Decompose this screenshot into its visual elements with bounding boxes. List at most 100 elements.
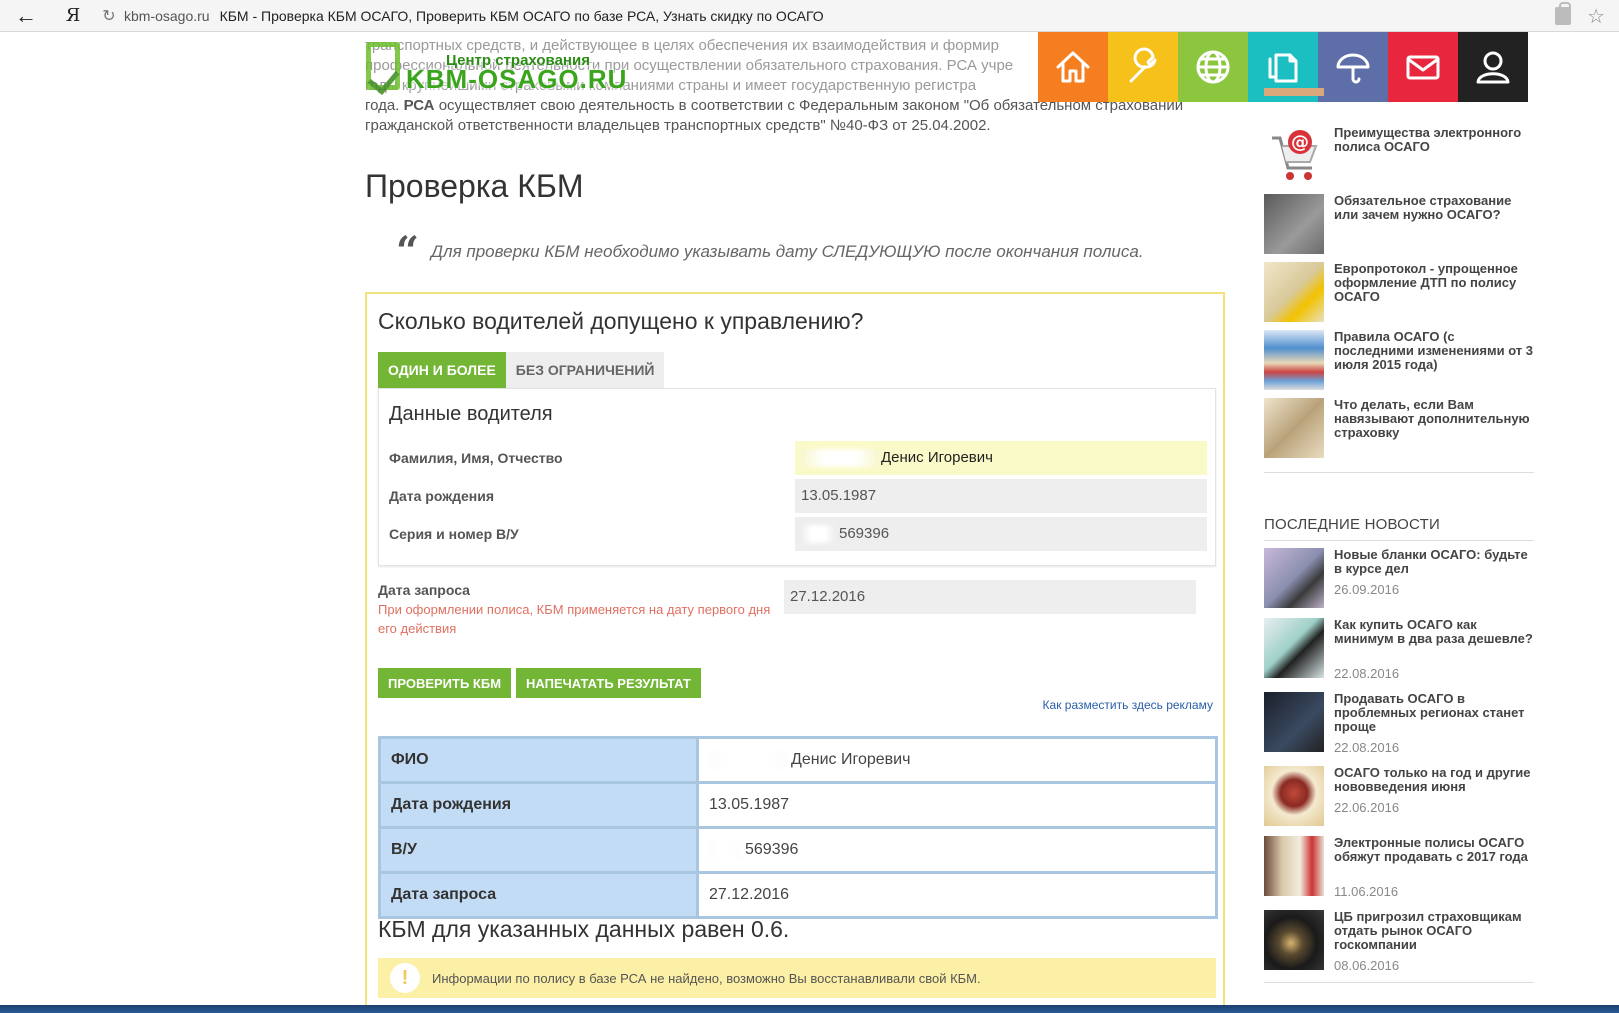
intro-line-a: года. xyxy=(365,97,404,114)
user-icon xyxy=(1476,51,1510,84)
birthdate-label: Дата рождения xyxy=(389,488,495,504)
site-logo[interactable]: Центр страхования KBM-OSAGO.RU xyxy=(366,40,636,96)
driver-data-panel: Данные водителя Фамилия, Имя, Отчество Д… xyxy=(378,388,1216,566)
nav-services-button[interactable] xyxy=(1108,32,1178,102)
news-date: 22.08.2016 xyxy=(1334,666,1400,681)
check-kbm-button[interactable]: ПРОВЕРИТЬ КБМ xyxy=(378,668,512,698)
intro-line-b: РСА xyxy=(403,97,435,114)
table-row: ФИО Денис Игоревич xyxy=(378,736,1218,784)
page-title-bar[interactable]: КБМ - Проверка КБМ ОСАГО, Проверить КБМ … xyxy=(220,8,824,24)
redacted-surname xyxy=(801,449,879,468)
documents-icon xyxy=(1268,53,1298,83)
news-thumbnail xyxy=(1264,836,1324,896)
result-label: Дата рождения xyxy=(378,781,699,829)
article-thumbnail[interactable] xyxy=(1264,88,1324,96)
yandex-logo[interactable]: Я xyxy=(52,0,94,32)
table-row: Дата рождения 13.05.1987 xyxy=(378,781,1218,829)
birthdate-input[interactable]: 13.05.1987 xyxy=(795,479,1207,513)
print-result-button[interactable]: НАПЕЧАТАТЬ РЕЗУЛЬТАТ xyxy=(516,668,701,698)
request-date-input[interactable]: 27.12.2016 xyxy=(784,580,1196,614)
fio-row: Фамилия, Имя, Отчество Денис Игоревич xyxy=(389,441,1207,475)
advertise-link[interactable]: Как разместить здесь рекламу xyxy=(1043,698,1213,712)
redacted-license-series xyxy=(709,840,741,859)
intro-line: гражданской ответственности владельцев т… xyxy=(365,117,991,134)
kbm-result-text: КБМ для указанных данных равен 0.6. xyxy=(378,916,790,942)
license-row: Серия и номер В/У 569396 xyxy=(389,517,1207,551)
nav-umbrella-button[interactable] xyxy=(1318,32,1388,102)
home-icon xyxy=(1056,51,1090,83)
fio-input[interactable]: Денис Игоревич xyxy=(795,441,1207,475)
result-label: В/У xyxy=(378,826,699,874)
driver-count-tabs: ОДИН И БОЛЕЕ БЕЗ ОГРАНИЧЕНИЙ xyxy=(378,352,665,388)
sidebar-divider xyxy=(1264,982,1534,983)
fio-input-value: Денис Игоревич xyxy=(881,449,993,466)
os-taskbar xyxy=(0,1005,1619,1013)
sidebar-article-title[interactable]: Правила ОСАГО (с последними изменениями … xyxy=(1334,330,1534,372)
license-input-value: 569396 xyxy=(839,525,890,542)
globe-icon xyxy=(1196,50,1230,84)
back-arrow-icon[interactable]: ← xyxy=(0,0,52,32)
news-thumbnail xyxy=(1264,692,1324,752)
birthdate-row: Дата рождения 13.05.1987 xyxy=(389,479,1207,513)
table-row: В/У 569396 xyxy=(378,826,1218,874)
result-label: Дата запроса xyxy=(378,871,699,919)
news-date: 26.09.2016 xyxy=(1334,582,1400,597)
umbrella-icon xyxy=(1336,53,1370,84)
table-row: Дата запроса 27.12.2016 xyxy=(378,871,1218,919)
article-thumbnail xyxy=(1264,330,1324,390)
svg-text:@: @ xyxy=(1291,132,1309,153)
form-actions: ПРОВЕРИТЬ КБМ НАПЕЧАТАТЬ РЕЗУЛЬТАТ xyxy=(378,668,706,698)
mail-icon xyxy=(1406,55,1440,80)
news-date: 22.06.2016 xyxy=(1334,800,1400,815)
license-input[interactable]: 569396 xyxy=(795,517,1207,551)
redacted-surname xyxy=(709,750,787,769)
news-title[interactable]: ОСАГО только на год и другие нововведени… xyxy=(1334,766,1534,794)
result-table: ФИО Денис Игоревич Дата рождения 13.05.1… xyxy=(378,736,1218,919)
info-text: Информации по полису в базе РСА не найде… xyxy=(432,970,981,986)
quote-block: “ Для проверки КБМ необходимо указывать … xyxy=(396,232,1144,272)
nav-mail-button[interactable] xyxy=(1388,32,1458,102)
nav-globe-button[interactable] xyxy=(1178,32,1248,102)
kbm-check-form: Сколько водителей допущено к управлению?… xyxy=(365,292,1225,1013)
request-date-note: При оформлении полиса, КБМ применяется н… xyxy=(378,602,771,636)
news-heading: ПОСЛЕДНИЕ НОВОСТИ xyxy=(1264,516,1440,533)
logo-wordmark: KBM-OSAGO.RU xyxy=(406,64,628,94)
result-value: Денис Игоревич xyxy=(696,736,1218,784)
news-thumbnail xyxy=(1264,766,1324,826)
result-label: ФИО xyxy=(378,736,699,784)
article-thumbnail xyxy=(1264,398,1324,458)
result-value: 27.12.2016 xyxy=(696,871,1218,919)
bookmark-star-icon[interactable]: ☆ xyxy=(1587,4,1605,29)
sidebar-article-title[interactable]: Что делать, если Вам навязывают дополнит… xyxy=(1334,398,1534,440)
quote-text: Для проверки КБМ необходимо указывать да… xyxy=(431,242,1144,261)
news-thumbnail xyxy=(1264,548,1324,608)
info-exclamation-icon: ! xyxy=(390,963,420,993)
news-title[interactable]: Электронные полисы ОСАГО обяжут продават… xyxy=(1334,836,1534,864)
tab-one-or-more[interactable]: ОДИН И БОЛЕЕ xyxy=(378,352,506,388)
wrench-icon xyxy=(1129,47,1157,83)
news-title[interactable]: Как купить ОСАГО как минимум в два раза … xyxy=(1334,618,1534,646)
nav-user-button[interactable] xyxy=(1458,32,1528,102)
sidebar-article-title[interactable]: Преимущества электронного полиса ОСАГО xyxy=(1334,126,1534,154)
sidebar-divider xyxy=(1264,540,1534,541)
sidebar-divider xyxy=(1264,472,1534,473)
reload-icon[interactable]: ↻ xyxy=(94,0,124,32)
news-title[interactable]: Новые бланки ОСАГО: будьте в курсе дел xyxy=(1334,548,1534,576)
fio-label: Фамилия, Имя, Отчество xyxy=(389,450,563,466)
tab-unlimited[interactable]: БЕЗ ОГРАНИЧЕНИЙ xyxy=(505,352,665,388)
news-thumbnail xyxy=(1264,618,1324,678)
driver-data-heading: Данные водителя xyxy=(389,403,553,425)
news-date: 22.08.2016 xyxy=(1334,740,1400,755)
result-license-value: 569396 xyxy=(745,841,799,859)
sidebar-article-title[interactable]: Обязательное страхование или зачем нужно… xyxy=(1334,194,1534,222)
url-domain[interactable]: kbm-osago.ru xyxy=(124,8,210,24)
news-date: 08.06.2016 xyxy=(1334,958,1400,973)
lock-icon[interactable] xyxy=(1555,2,1571,25)
article-thumbnail xyxy=(1264,194,1324,254)
news-title[interactable]: ЦБ пригрозил страховщикам отдать рынок О… xyxy=(1334,910,1534,952)
news-title[interactable]: Продавать ОСАГО в проблемных регионах ст… xyxy=(1334,692,1534,734)
sidebar-article-title[interactable]: Европротокол - упрощенное оформление ДТП… xyxy=(1334,262,1534,304)
article-thumbnail xyxy=(1264,262,1324,322)
nav-home-button[interactable] xyxy=(1038,32,1108,102)
cart-at-icon: @ xyxy=(1264,126,1324,186)
